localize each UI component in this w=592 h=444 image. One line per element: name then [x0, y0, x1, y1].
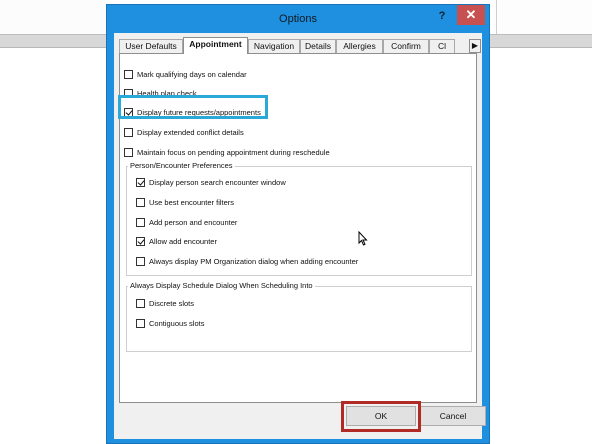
- ok-button-highlight-annotation: [341, 401, 421, 432]
- checkbox[interactable]: [124, 69, 133, 79]
- checkbox[interactable]: [124, 127, 133, 137]
- option-maintain-focus[interactable]: Maintain focus on pending appointment du…: [124, 146, 330, 158]
- background-window-body-right: [490, 48, 592, 444]
- option-label: Display person search encounter window: [149, 177, 286, 187]
- checkbox-checked[interactable]: [136, 177, 145, 187]
- option-use-best-encounter-filters[interactable]: Use best encounter filters: [136, 196, 234, 208]
- checkbox[interactable]: [136, 197, 145, 207]
- checkbox-highlight-annotation: [118, 95, 268, 119]
- tab-confirm[interactable]: Confirm: [383, 39, 429, 53]
- checkbox-checked[interactable]: [136, 236, 145, 246]
- tab-navigation[interactable]: Navigation: [248, 39, 300, 53]
- checkbox[interactable]: [136, 298, 145, 308]
- option-label: Contiguous slots: [149, 318, 205, 328]
- tab-appointment[interactable]: Appointment: [183, 37, 248, 54]
- dialog-titlebar[interactable]: Options ? ✕: [107, 5, 489, 33]
- mouse-pointer-icon: [358, 230, 368, 248]
- background-window-top-left: [0, 0, 106, 34]
- checkbox[interactable]: [136, 217, 145, 227]
- option-label: Display extended conflict details: [137, 127, 244, 137]
- checkbox[interactable]: [136, 318, 145, 328]
- option-display-person-search[interactable]: Display person search encounter window: [136, 176, 286, 188]
- option-label: Always display PM Organization dialog wh…: [149, 256, 359, 266]
- dialog-title: Options: [279, 13, 317, 25]
- background-divider: [496, 0, 497, 34]
- option-label: Add person and encounter: [149, 217, 238, 227]
- option-mark-qualifying-days[interactable]: Mark qualifying days on calendar: [124, 68, 247, 80]
- option-label: Discrete slots: [149, 298, 195, 308]
- dialog-client-area: User Defaults Appointment Navigation Det…: [114, 33, 482, 439]
- close-button[interactable]: ✕: [457, 5, 485, 25]
- option-allow-add-encounter[interactable]: Allow add encounter: [136, 235, 217, 247]
- background-window-top-right: [490, 0, 592, 34]
- option-discrete-slots[interactable]: Discrete slots: [136, 297, 194, 309]
- option-display-extended-conflict[interactable]: Display extended conflict details: [124, 126, 244, 138]
- option-label: Allow add encounter: [149, 236, 217, 246]
- tab-details[interactable]: Details: [300, 39, 336, 53]
- tab-scroll-right-icon[interactable]: ▶: [469, 39, 481, 53]
- options-dialog: Options ? ✕ User Defaults Appointment Na…: [106, 4, 490, 444]
- option-label: Mark qualifying days on calendar: [137, 69, 247, 79]
- tab-user-defaults[interactable]: User Defaults: [119, 39, 183, 53]
- checkbox[interactable]: [124, 147, 133, 157]
- option-always-display-pm-organization[interactable]: Always display PM Organization dialog wh…: [136, 255, 358, 267]
- option-label: Maintain focus on pending appointment du…: [137, 147, 330, 157]
- option-add-person-and-encounter[interactable]: Add person and encounter: [136, 216, 237, 228]
- checkbox[interactable]: [136, 256, 145, 266]
- cancel-button[interactable]: Cancel: [420, 406, 486, 426]
- help-button[interactable]: ?: [435, 9, 449, 23]
- option-contiguous-slots[interactable]: Contiguous slots: [136, 317, 204, 329]
- tab-strip: User Defaults Appointment Navigation Det…: [119, 37, 481, 54]
- schedule-dialog-group-label: Always Display Schedule Dialog When Sche…: [128, 281, 315, 290]
- person-encounter-group-label: Person/Encounter Preferences: [128, 161, 235, 170]
- option-label: Use best encounter filters: [149, 197, 235, 207]
- tab-allergies[interactable]: Allergies: [336, 39, 383, 53]
- tab-cl[interactable]: Cl: [429, 39, 455, 53]
- background-window-body-left: [0, 48, 106, 444]
